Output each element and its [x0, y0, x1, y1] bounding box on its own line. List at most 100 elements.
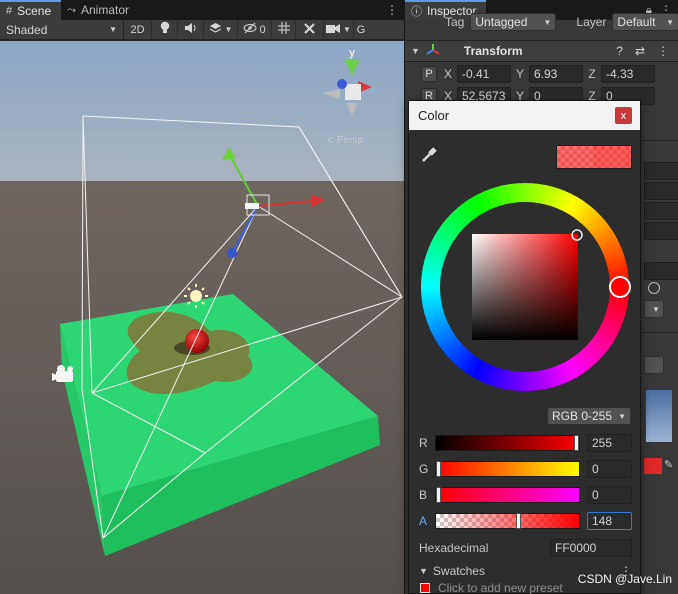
slider-r-handle[interactable]	[574, 435, 579, 451]
saturation-value-square	[472, 234, 578, 340]
hash-icon: #	[6, 5, 13, 17]
close-button[interactable]: x	[615, 107, 632, 124]
swatch-add-row[interactable]: Click to add new preset	[420, 581, 563, 594]
slider-g-handle[interactable]	[436, 461, 441, 477]
lighting-toggle-button[interactable]	[152, 19, 178, 40]
more-options-icon[interactable]: ⋮	[657, 44, 669, 58]
slider-g-field[interactable]: 0	[587, 460, 632, 478]
hex-row: Hexadecimal FF0000	[419, 538, 632, 558]
tag-label: Tag	[445, 15, 465, 29]
current-color-swatch[interactable]	[420, 583, 430, 593]
hex-label: Hexadecimal	[419, 541, 489, 555]
scene-viewport[interactable]: y < Persp	[0, 41, 404, 594]
occluded-field[interactable]	[644, 162, 678, 180]
color-field-swatch[interactable]	[644, 458, 662, 474]
slider-b-handle[interactable]	[436, 487, 441, 503]
shading-mode-dropdown[interactable]: Shaded ▼	[0, 19, 124, 40]
foldout-arrow-icon[interactable]: ▼	[411, 46, 420, 56]
chevron-down-icon: ▼	[343, 25, 351, 34]
slider-b-field[interactable]: 0	[587, 486, 632, 504]
foldout-arrow-icon[interactable]: ▼	[419, 566, 428, 576]
grid-toggle-button[interactable]	[272, 19, 296, 40]
tag-dropdown[interactable]: Untagged ▼	[470, 13, 557, 31]
scene-tabbar: # Scene ⤳ Animator ⋮	[0, 0, 404, 20]
gizmos-menu[interactable]: G	[354, 20, 368, 40]
swatches-label: Swatches	[432, 564, 485, 578]
slider-b-value: 0	[592, 488, 599, 502]
transform-title: Transform	[463, 44, 523, 58]
tools-icon	[303, 22, 316, 38]
texture-thumbnail[interactable]	[646, 390, 672, 442]
tag-value: Untagged	[475, 15, 528, 29]
position-z-field[interactable]: -4.33	[601, 65, 655, 83]
layer-dropdown[interactable]: Default ▼	[612, 13, 678, 31]
lightbulb-icon	[159, 21, 171, 38]
eyedropper-button[interactable]	[420, 146, 438, 164]
object-picker-icon[interactable]	[648, 282, 660, 294]
occluded-field[interactable]	[644, 202, 678, 220]
hex-value: FF0000	[555, 541, 597, 555]
position-button-label: P	[425, 68, 433, 80]
occluded-field[interactable]	[644, 222, 678, 240]
slider-r-track[interactable]	[435, 435, 580, 451]
tab-animator-label: Animator	[80, 3, 129, 17]
inspector-occluded-strip: ▼ ✎	[642, 140, 678, 594]
slider-a-handle[interactable]	[516, 513, 521, 529]
position-z-value: -4.33	[606, 67, 634, 81]
chevron-down-icon: ▼	[666, 17, 674, 27]
occluded-button[interactable]	[644, 356, 664, 374]
slider-g-row: G 0	[419, 459, 632, 479]
effects-dropdown[interactable]: ▼	[204, 19, 238, 40]
position-y-field[interactable]: 6.93	[529, 65, 583, 83]
tab-animator[interactable]: ⤳ Animator	[61, 0, 139, 20]
position-y-value: 6.93	[534, 67, 558, 81]
tag-layer-row: Tag Untagged ▼ Layer Default ▼	[405, 13, 678, 31]
scene-toolbar: Shaded ▼ 2D ▼ 0 ▼ G	[0, 19, 404, 40]
help-icon[interactable]: ?	[616, 44, 623, 58]
slider-b-track[interactable]	[435, 487, 580, 503]
occluded-field[interactable]	[644, 182, 678, 200]
scene-tab-menu: ⋮	[386, 0, 404, 20]
slider-a-track[interactable]	[435, 513, 580, 529]
color-picker-window: Color x RGB 0-255 ▼ R 255 G 0 B 0 A 148 …	[408, 100, 641, 594]
occluded-dropdown[interactable]: ▼	[644, 300, 664, 318]
color-mode-dropdown[interactable]: RGB 0-255 ▼	[547, 407, 631, 425]
hidden-objects-toggle[interactable]: 0	[238, 19, 272, 40]
transform-header[interactable]: ▼ Transform ? ⇄ ⋮	[405, 40, 678, 62]
sky	[0, 41, 404, 181]
color-preview-previous	[593, 146, 631, 168]
swatches-hint: Click to add new preset	[438, 581, 563, 594]
slider-r-row: R 255	[419, 433, 632, 453]
eyedropper-icon	[422, 147, 437, 162]
audio-toggle-button[interactable]	[178, 19, 204, 40]
shading-mode-label: Shaded	[6, 22, 48, 37]
camera-icon	[326, 23, 341, 37]
position-button[interactable]: P	[421, 66, 437, 82]
occluded-field[interactable]	[644, 262, 678, 280]
hue-wheel[interactable]	[417, 179, 633, 398]
slider-r-field[interactable]: 255	[587, 434, 632, 452]
scene-camera-dropdown[interactable]: ▼	[324, 19, 354, 40]
animator-icon: ⤳	[67, 3, 76, 16]
color-picker-title: Color	[418, 108, 450, 123]
position-row: P X -0.41 Y 6.93 Z -4.33	[405, 64, 678, 84]
color-picker-titlebar[interactable]: Color x	[409, 101, 640, 130]
slider-a-field[interactable]: 148	[587, 512, 632, 530]
scene-window: # Scene ⤳ Animator ⋮ Shaded ▼ 2D ▼ 0 ▼ G…	[0, 0, 404, 594]
eye-slash-icon	[243, 22, 257, 37]
slider-b-label: B	[419, 488, 428, 502]
projection-label: Persp	[337, 135, 364, 146]
eyedropper-icon[interactable]: ✎	[664, 458, 676, 474]
tab-scene[interactable]: # Scene	[0, 0, 62, 20]
layers-icon	[209, 22, 222, 37]
more-options-icon[interactable]: ⋮	[386, 3, 398, 17]
position-x-field[interactable]: -0.41	[457, 65, 511, 83]
hex-field[interactable]: FF0000	[550, 539, 632, 557]
slider-g-value: 0	[592, 462, 599, 476]
watermark-text: CSDN @Jave.Lin	[577, 572, 672, 586]
preset-icon[interactable]: ⇄	[635, 44, 645, 58]
tools-button[interactable]	[296, 19, 324, 40]
2d-toggle-button[interactable]: 2D	[124, 19, 152, 40]
slider-g-track[interactable]	[435, 461, 580, 477]
gizmo-y-label: y	[349, 47, 356, 59]
